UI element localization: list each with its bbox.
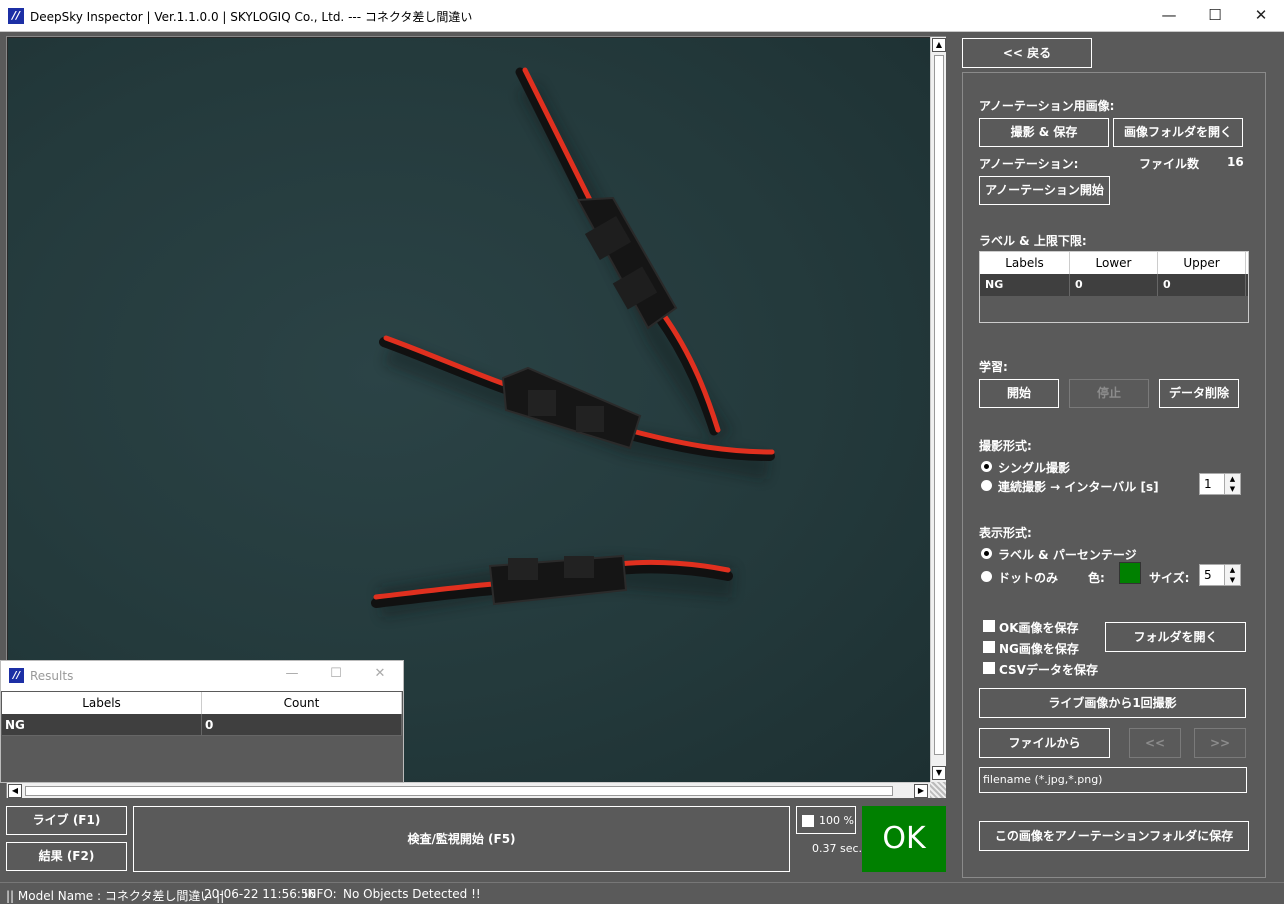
continuous-capture-radio[interactable] <box>981 480 992 491</box>
status-info-label: INFO: <box>304 887 337 901</box>
start-annotation-button[interactable]: アノーテーション開始 <box>979 176 1110 205</box>
interval-down-icon[interactable]: ▼ <box>1224 484 1240 494</box>
results-table-header: Labels Count <box>2 692 402 714</box>
dot-color-swatch[interactable] <box>1119 562 1141 584</box>
table-row[interactable]: NG 0 0 <box>980 274 1248 296</box>
status-datetime: 20-06-22 11:56:56 <box>204 887 317 901</box>
save-ok-images-label: OK画像を保存 <box>999 621 1079 635</box>
prev-image-button[interactable]: << <box>1129 728 1181 758</box>
label-percentage-radio[interactable] <box>981 548 992 559</box>
result-button[interactable]: 結果 (F2) <box>6 842 127 871</box>
learning-stop-button[interactable]: 停止 <box>1069 379 1149 408</box>
filename-field[interactable]: filename (*.jpg,*.png) <box>979 767 1247 793</box>
from-file-button[interactable]: ファイルから <box>979 728 1110 758</box>
save-to-annotation-folder-button[interactable]: この画像をアノーテーションフォルダに保存 <box>979 821 1249 851</box>
results-table: Labels Count NG 0 <box>2 692 402 736</box>
interval-stepper[interactable]: 1 ▲ ▼ <box>1199 473 1241 495</box>
verdict-indicator: OK <box>862 806 946 872</box>
size-up-icon[interactable]: ▲ <box>1224 565 1240 575</box>
status-model-name: || Model Name : コネクタ差し間違い || <box>6 889 225 903</box>
scroll-left-button[interactable]: ◀ <box>8 784 22 798</box>
results-column-labels[interactable]: Labels <box>2 692 202 714</box>
results-logo-icon: // <box>9 668 24 683</box>
open-folder-button[interactable]: フォルダを開く <box>1105 622 1246 652</box>
file-count: 16 <box>1227 155 1244 169</box>
dots-only-label: ドットのみ <box>998 571 1059 585</box>
horizontal-scroll-thumb[interactable] <box>25 786 893 796</box>
size-label: サイズ: <box>1149 571 1190 585</box>
delete-data-button[interactable]: データ削除 <box>1159 379 1239 408</box>
save-csv-checkbox[interactable] <box>983 662 995 674</box>
label-row-label[interactable]: NG <box>980 274 1070 296</box>
single-capture-radio[interactable] <box>981 461 992 472</box>
save-ok-images-checkbox[interactable] <box>983 620 995 632</box>
status-info-text: No Objects Detected !! <box>343 887 481 901</box>
maximize-button[interactable]: ☐ <box>1192 0 1238 32</box>
close-button[interactable]: ✕ <box>1238 0 1284 32</box>
vertical-scroll-thumb[interactable] <box>934 55 944 755</box>
results-row-count: 0 <box>202 714 402 735</box>
save-ng-images-label: NG画像を保存 <box>999 642 1079 656</box>
interval-up-icon[interactable]: ▲ <box>1224 474 1240 484</box>
learning-label: 学習: <box>979 360 1008 374</box>
scroll-up-button[interactable]: ▲ <box>932 38 946 52</box>
scroll-corner <box>930 782 946 798</box>
back-button[interactable]: << 戻る <box>962 38 1092 68</box>
label-column-labels[interactable]: Labels <box>980 252 1070 274</box>
results-close-button[interactable]: ✕ <box>365 666 395 681</box>
zoom-100-checkbox[interactable]: 100 % <box>796 806 856 834</box>
live-button[interactable]: ライブ (F1) <box>6 806 127 835</box>
vertical-scrollbar[interactable]: ▲ ▼ <box>930 37 946 782</box>
results-minimize-button[interactable]: — <box>277 666 307 681</box>
size-stepper[interactable]: 5 ▲ ▼ <box>1199 564 1241 586</box>
minimize-button[interactable]: — <box>1146 0 1192 32</box>
label-row-lower[interactable]: 0 <box>1070 274 1158 296</box>
color-label: 色: <box>1088 571 1105 585</box>
scroll-down-button[interactable]: ▼ <box>932 766 946 780</box>
settings-panel: アノーテーション用画像: 撮影 & 保存 画像フォルダを開く アノーテーション:… <box>962 72 1266 878</box>
size-value[interactable]: 5 <box>1204 568 1212 582</box>
results-window: // Results — ☐ ✕ Labels Count NG 0 <box>0 660 404 783</box>
results-row-label: NG <box>2 714 202 735</box>
label-limits-label: ラベル & 上限下限: <box>979 234 1087 248</box>
capture-from-live-button[interactable]: ライブ画像から1回撮影 <box>979 688 1246 718</box>
status-bar: || Model Name : コネクタ差し間違い || 20-06-22 11… <box>0 882 1284 904</box>
zoom-checkbox-box[interactable] <box>802 815 814 827</box>
table-row[interactable]: NG 0 <box>2 714 402 736</box>
capture-save-button[interactable]: 撮影 & 保存 <box>979 118 1109 147</box>
elapsed-time: 0.37 sec. <box>812 842 863 855</box>
label-row-upper[interactable]: 0 <box>1158 274 1246 296</box>
interval-value[interactable]: 1 <box>1204 477 1212 491</box>
horizontal-scrollbar[interactable]: ◀ ▶ <box>7 782 930 798</box>
file-count-label: ファイル数 <box>1139 157 1200 171</box>
results-column-count[interactable]: Count <box>202 692 402 714</box>
app-logo-icon: // <box>8 8 24 24</box>
continuous-capture-label: 連続撮影 → インターバル [s] <box>998 480 1159 494</box>
next-image-button[interactable]: >> <box>1194 728 1246 758</box>
results-title-bar[interactable]: // Results — ☐ ✕ <box>1 661 403 691</box>
label-column-upper[interactable]: Upper <box>1158 252 1246 274</box>
learning-start-button[interactable]: 開始 <box>979 379 1059 408</box>
save-ng-images-checkbox[interactable] <box>983 641 995 653</box>
display-mode-label: 表示形式: <box>979 526 1032 540</box>
dots-only-radio[interactable] <box>981 571 992 582</box>
save-csv-label: CSVデータを保存 <box>999 663 1098 677</box>
annotation-image-label: アノーテーション用画像: <box>979 99 1115 113</box>
single-capture-label: シングル撮影 <box>998 461 1071 475</box>
open-image-folder-button[interactable]: 画像フォルダを開く <box>1113 118 1243 147</box>
label-limits-table: Labels Lower Upper NG 0 0 <box>979 251 1249 323</box>
results-title: Results <box>30 669 74 683</box>
zoom-label: 100 % <box>819 814 854 827</box>
scroll-right-button[interactable]: ▶ <box>914 784 928 798</box>
label-table-header: Labels Lower Upper <box>980 252 1248 274</box>
size-down-icon[interactable]: ▼ <box>1224 575 1240 585</box>
annotation-label: アノーテーション: <box>979 157 1079 171</box>
label-column-lower[interactable]: Lower <box>1070 252 1158 274</box>
capture-mode-label: 撮影形式: <box>979 439 1032 453</box>
inspect-start-button[interactable]: 検査/監視開始 (F5) <box>133 806 790 872</box>
label-percentage-label: ラベル & パーセンテージ <box>998 548 1137 562</box>
title-bar: // DeepSky Inspector | Ver.1.1.0.0 | SKY… <box>0 0 1284 32</box>
window-title: DeepSky Inspector | Ver.1.1.0.0 | SKYLOG… <box>30 10 473 24</box>
results-maximize-button[interactable]: ☐ <box>321 666 351 681</box>
